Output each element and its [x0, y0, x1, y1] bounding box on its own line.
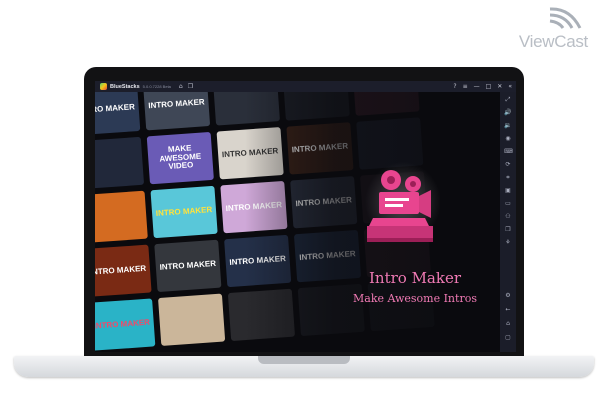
volume-down-icon[interactable]: 🔉	[504, 122, 512, 130]
folder-icon[interactable]: ▭	[504, 200, 512, 208]
window-controls: ? ≡ — □ ✕ «	[447, 81, 512, 92]
template-tile[interactable]: INTRO MAKER	[95, 244, 152, 297]
emulator-titlebar: BlueStacks 5.0.0.7228 Beta ⌂ ❐ ? ≡ — □ ✕…	[95, 81, 516, 92]
screen-record-icon[interactable]: ◉	[504, 135, 512, 143]
rotate-icon[interactable]: ⟳	[504, 161, 512, 169]
keyboard-icon[interactable]: ⌨	[504, 148, 513, 156]
banner-title: Intro Maker	[368, 269, 462, 287]
template-tile[interactable]: INTRO MAKER	[150, 185, 218, 239]
template-tile[interactable]	[95, 136, 145, 190]
bluestacks-logo-icon	[100, 83, 107, 90]
template-tile[interactable]: MAKE AWESOME VIDEO	[146, 131, 214, 185]
emulator-sidebar: ⤢ 🔊 🔉 ◉ ⌨ ⟳ ⌗ ▣ ▭ ⚇ ❐ ⚘ ⚙ ← ⌂ ▢	[500, 92, 516, 352]
watermark-text: ViewCast	[518, 32, 588, 51]
home-icon[interactable]: ⌂	[504, 320, 512, 328]
menu-icon[interactable]: ≡	[463, 83, 468, 90]
back-icon[interactable]: ←	[504, 306, 512, 314]
template-tile[interactable]: INTRO MAKER	[154, 239, 222, 293]
close-icon[interactable]: ✕	[497, 83, 502, 90]
signal-arcs-icon	[549, 7, 582, 29]
app-name: BlueStacks	[110, 83, 140, 90]
template-tile[interactable]	[95, 190, 148, 244]
apk-icon[interactable]: ▣	[504, 187, 512, 195]
laptop-screen: BlueStacks 5.0.0.7228 Beta ⌂ ❐ ? ≡ — □ ✕…	[95, 81, 516, 352]
expand-icon[interactable]: ⤢	[504, 96, 512, 104]
help-icon[interactable]: ?	[453, 83, 456, 90]
multi-instance-icon[interactable]: ❐	[504, 226, 512, 234]
movie-camera-logo-icon	[365, 162, 441, 242]
layers-icon[interactable]: ❐	[188, 81, 193, 92]
recent-apps-icon[interactable]: ▢	[504, 334, 512, 342]
template-tile[interactable]: INTRO MAKER	[95, 298, 156, 351]
template-tile[interactable]: INTRO MAKER	[142, 92, 211, 131]
laptop-notch	[258, 356, 350, 364]
home-icon[interactable]: ⌂	[179, 81, 183, 92]
template-tile[interactable]: INTRO MAKER	[95, 92, 141, 136]
viewcast-watermark: ViewCast	[508, 6, 588, 51]
volume-up-icon[interactable]: 🔊	[504, 109, 512, 117]
settings-icon[interactable]: ⚙	[504, 292, 512, 300]
maximize-icon[interactable]: □	[486, 83, 492, 90]
template-tile[interactable]	[158, 293, 226, 346]
app-version: 5.0.0.7228 Beta	[142, 84, 171, 89]
minimize-icon[interactable]: —	[474, 83, 480, 90]
banner-subtitle: Make Awesome Intros	[353, 292, 477, 305]
collapse-sidebar-icon[interactable]: «	[508, 83, 512, 90]
macro-icon[interactable]: ⚇	[504, 213, 512, 221]
eco-mode-icon[interactable]: ⚘	[504, 239, 512, 247]
app-content: INTRO MAKER INTRO MAKER MAKE AWESOME VIDEO…	[95, 92, 500, 352]
screenshot-icon[interactable]: ⌗	[504, 174, 512, 182]
